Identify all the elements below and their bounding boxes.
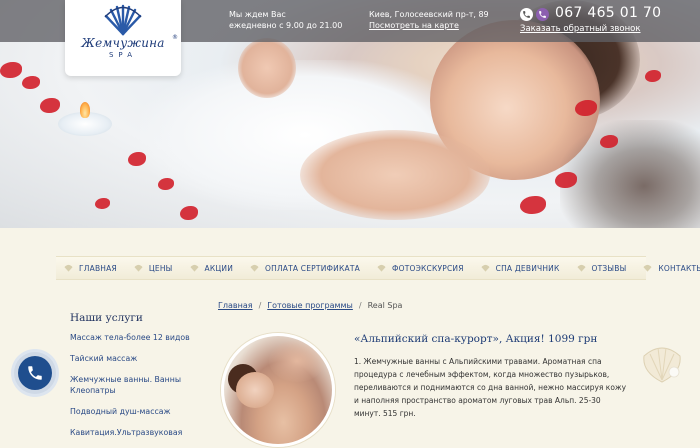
hours-line1: Мы ждем Вас (229, 10, 286, 19)
rose-petal (95, 198, 110, 209)
breadcrumb-separator: / (258, 301, 262, 310)
rose-petal (520, 196, 546, 214)
nav-item-prices[interactable]: ЦЕНЫ (134, 264, 173, 273)
rose-petal (0, 62, 22, 78)
phone-number[interactable]: 067 465 01 70 (555, 5, 661, 21)
address-block: Киев, Голосеевский пр-т, 89 Посмотреть н… (369, 9, 489, 31)
article-body: 1. Жемчужные ванны с Альпийскими травами… (354, 357, 627, 418)
nav-label: ЦЕНЫ (148, 263, 173, 273)
shell-icon (643, 264, 652, 272)
rose-petal (22, 76, 40, 89)
nav-item-spa-party[interactable]: СПА ДЕВИЧНИК (481, 264, 560, 273)
nav-label: ОПЛАТА СЕРТИФИКАТА (265, 263, 360, 273)
article-title: «Альпийский спа-курорт», Акция! 1099 грн (354, 333, 598, 345)
sidebar-item-body-massage[interactable]: Массаж тела-более 12 видов (70, 332, 210, 353)
logo-registered: ® (172, 34, 178, 41)
nav-item-reviews[interactable]: ОТЗЫВЫ (576, 263, 627, 273)
call-button[interactable] (14, 352, 56, 394)
phone-icons (520, 8, 549, 21)
shell-icon (377, 264, 386, 272)
logo[interactable]: Жемчужина ® SPA (65, 0, 181, 76)
logo-brand: Жемчужина (81, 36, 165, 50)
shell-icon (481, 264, 490, 272)
phone-handset-icon (18, 356, 52, 390)
hero-arm (300, 130, 490, 220)
nav-item-promos[interactable]: АКЦИИ (189, 263, 234, 273)
breadcrumb-home[interactable]: Главная (218, 301, 253, 310)
hero-hand (238, 38, 296, 98)
breadcrumb-current: Real Spa (367, 301, 403, 310)
viber-icon[interactable] (536, 8, 549, 21)
nav-label: ГЛАВНАЯ (79, 263, 117, 273)
rose-petal (645, 70, 661, 82)
hero-shadow (560, 120, 700, 228)
nav-label: СПА ДЕВИЧНИК (495, 263, 560, 273)
nav-item-home[interactable]: ГЛАВНАЯ (64, 264, 117, 273)
sidebar-item-underwater-shower[interactable]: Подводный душ-массаж (70, 406, 210, 427)
breadcrumb: Главная / Готовые программы / Real Spa (218, 301, 402, 310)
nav-label: КОНТАКТЫ (658, 263, 700, 273)
sidebar-title: Наши услуги (70, 312, 143, 324)
pearl-shell-icon (643, 347, 681, 383)
phone-icon[interactable] (520, 8, 533, 21)
rose-petal (180, 206, 198, 220)
nav-item-photo-tour[interactable]: ФОТОЭКСКУРСИЯ (377, 264, 464, 273)
shell-icon (189, 264, 199, 272)
opening-hours: Мы ждем Вас ежедневно с 9.00 до 21.00 (229, 9, 342, 31)
floating-candle (58, 102, 112, 136)
breadcrumb-section[interactable]: Готовые программы (267, 301, 353, 310)
nav-label: ОТЗЫВЫ (591, 263, 627, 273)
nav-item-certificate[interactable]: ОПЛАТА СЕРТИФИКАТА (250, 264, 360, 273)
shell-icon (250, 264, 259, 272)
sidebar-item-cavitation[interactable]: Кавитация.Ультразвуковая (70, 427, 210, 448)
shell-icon (134, 264, 143, 272)
nav-item-contacts[interactable]: КОНТАКТЫ (643, 264, 700, 273)
shell-logo-icon (104, 4, 142, 36)
sidebar-item-thai-massage[interactable]: Тайский массаж (70, 353, 210, 374)
shell-icon (576, 264, 586, 272)
address-text: Киев, Голосеевский пр-т, 89 (369, 10, 489, 19)
sidebar-item-pearl-baths[interactable]: Жемчужные ванны. Ванны Клеопатры (70, 374, 210, 406)
nav-label: ФОТОЭКСКУРСИЯ (391, 263, 464, 273)
massage-photo (221, 333, 335, 447)
services-list: Массаж тела-более 12 видов Тайский масса… (70, 332, 210, 448)
callback-link[interactable]: Заказать обратный звонок (520, 24, 641, 34)
map-link[interactable]: Посмотреть на карте (369, 20, 489, 31)
shell-icon (64, 264, 73, 272)
rose-petal (40, 98, 60, 113)
logo-sub: SPA (108, 51, 137, 59)
breadcrumb-separator: / (358, 301, 362, 310)
hours-line2: ежедневно с 9.00 до 21.00 (229, 21, 343, 30)
main-nav: ГЛАВНАЯ ЦЕНЫ АКЦИИ ОПЛАТА СЕРТИФИКАТА ФО… (56, 256, 700, 280)
nav-label: АКЦИИ (204, 263, 233, 273)
